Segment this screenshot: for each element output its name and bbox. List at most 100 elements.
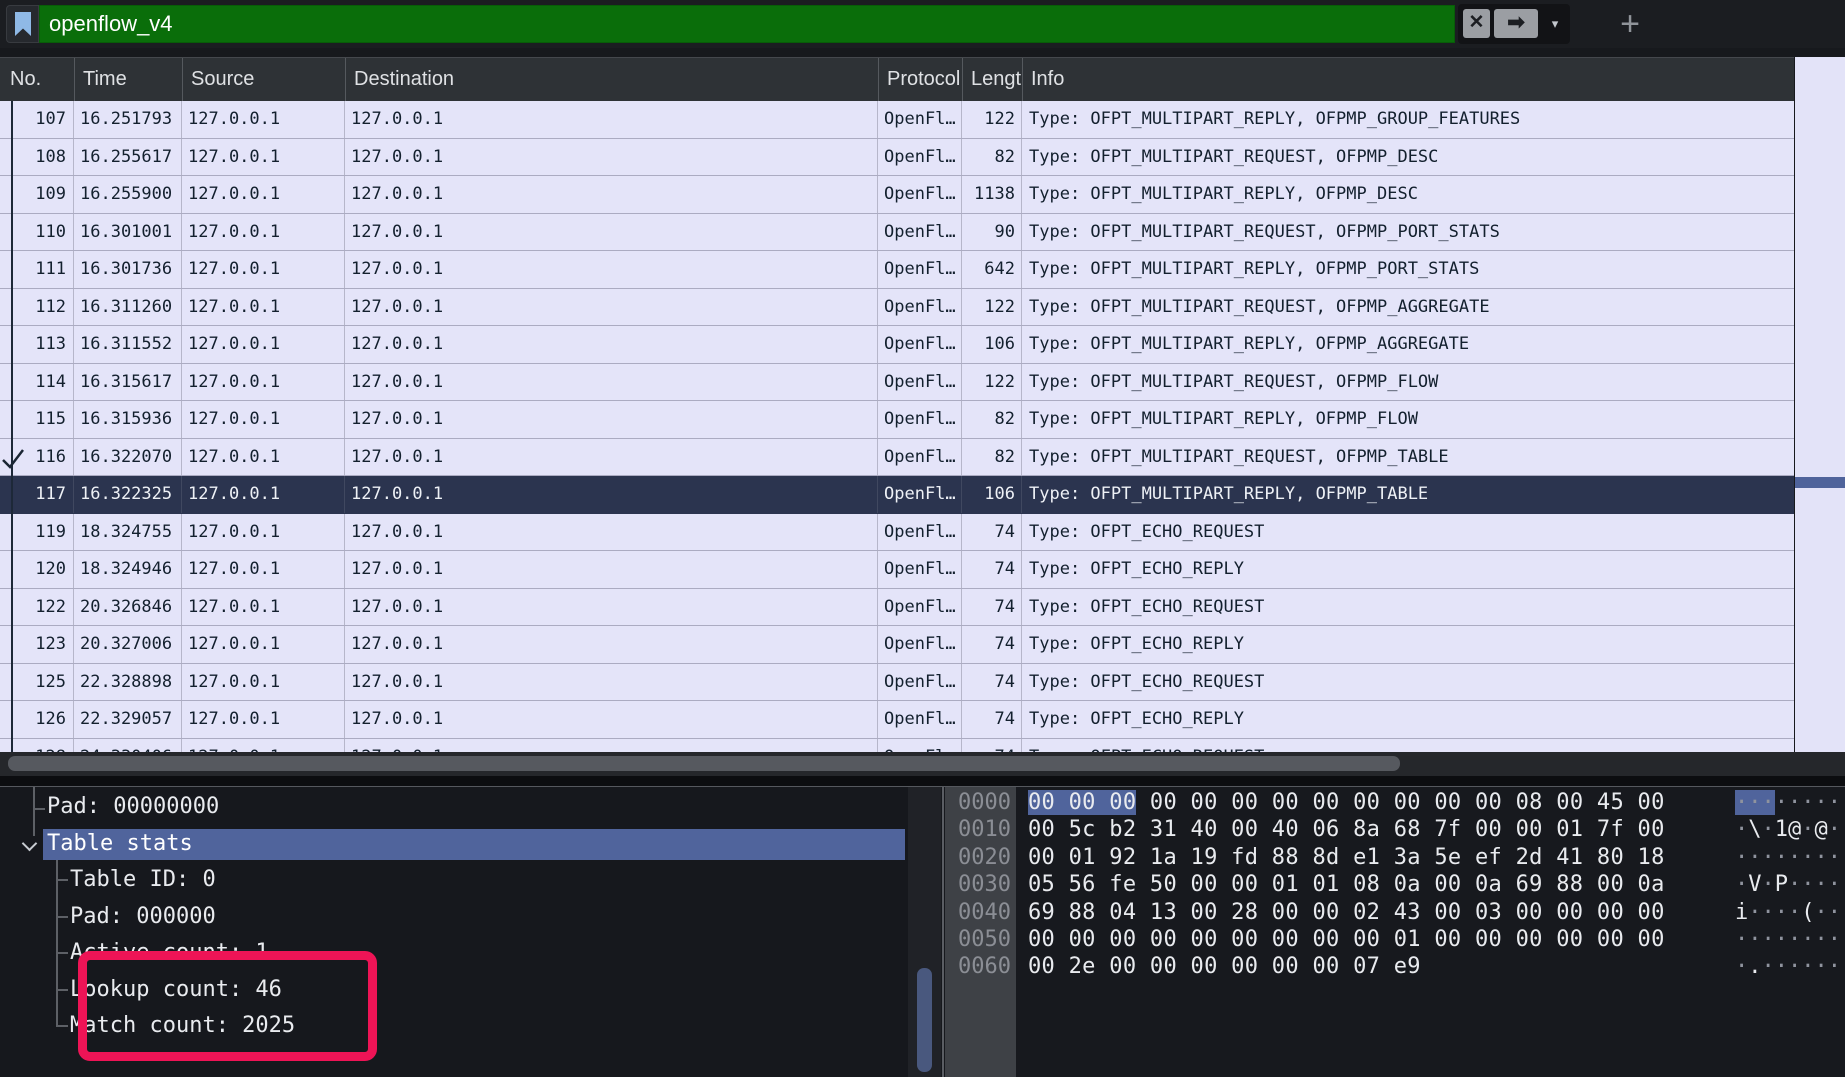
packet-row[interactable]: 11918.324755127.0.0.1127.0.0.1OpenFl…74T… <box>0 514 1794 552</box>
cell-destination: 127.0.0.1 <box>345 514 878 551</box>
tree-item[interactable]: Active count: 1 <box>0 938 269 969</box>
cell-length: 74 <box>962 589 1022 626</box>
apply-filter-button[interactable]: ➡ <box>1494 9 1538 38</box>
detail-tree-scrollbar-thumb[interactable] <box>917 968 932 1072</box>
column-header-time[interactable]: Time <box>74 58 182 101</box>
hex-ascii[interactable]: ·V·P········i··· <box>1735 871 1845 898</box>
packet-row[interactable]: 11616.322070127.0.0.1127.0.0.1OpenFl…82T… <box>0 439 1794 477</box>
packet-list-hscrollbar[interactable] <box>0 752 1845 776</box>
column-header-no[interactable]: No. <box>0 58 74 101</box>
packet-row[interactable]: 11716.322325127.0.0.1127.0.0.1OpenFl…106… <box>0 476 1794 514</box>
packet-row[interactable]: 12320.327006127.0.0.1127.0.0.1OpenFl…74T… <box>0 626 1794 664</box>
cell-no: 107 <box>0 101 74 138</box>
packet-row[interactable]: 12522.328898127.0.0.1127.0.0.1OpenFl…74T… <box>0 664 1794 702</box>
hex-bytes[interactable]: 00 2e 00 00 00 00 00 00 07 e9 <box>1028 953 1421 980</box>
packet-row[interactable]: 11416.315617127.0.0.1127.0.0.1OpenFl…122… <box>0 364 1794 402</box>
pane-divider[interactable] <box>942 787 944 1077</box>
packet-row[interactable]: 11016.301001127.0.0.1127.0.0.1OpenFl…90T… <box>0 214 1794 252</box>
clear-filter-button[interactable]: ✕ <box>1463 9 1490 38</box>
cell-source: 127.0.0.1 <box>182 251 345 288</box>
hex-bytes[interactable]: 00 00 00 00 00 00 00 00 00 01 00 00 00 0… <box>1028 926 1665 953</box>
column-header-protocol[interactable]: Protocol <box>878 58 962 101</box>
cell-length: 74 <box>962 739 1022 753</box>
packet-list-scrollbar[interactable] <box>1795 57 1845 752</box>
column-header-destination[interactable]: Destination <box>345 58 878 101</box>
cell-source: 127.0.0.1 <box>182 139 345 176</box>
hex-row[interactable]: 001000 5c b2 31 40 00 40 06 8a 68 7f 00 … <box>945 816 1845 843</box>
hex-ascii[interactable]: ·\·1@·@··h······ <box>1735 816 1845 843</box>
hex-row[interactable]: 0060 00 2e 00 00 00 00 00 00 07 e9 ·.·····… <box>945 953 1845 980</box>
cell-destination: 127.0.0.1 <box>345 551 878 588</box>
display-filter-input[interactable]: openflow_v4 <box>39 5 1455 43</box>
cell-destination: 127.0.0.1 <box>345 139 878 176</box>
cell-protocol: OpenFl… <box>878 326 962 363</box>
column-header-length[interactable]: Lengt <box>962 58 1022 101</box>
hscrollbar-thumb[interactable] <box>8 756 1400 771</box>
cell-protocol: OpenFl… <box>878 664 962 701</box>
hex-ascii[interactable]: ················ <box>1735 926 1845 953</box>
packet-row[interactable]: 11316.311552127.0.0.1127.0.0.1OpenFl…106… <box>0 326 1794 364</box>
packet-row[interactable]: 11516.315936127.0.0.1127.0.0.1OpenFl…82T… <box>0 401 1794 439</box>
filter-bookmark-button[interactable] <box>6 5 39 43</box>
hex-bytes[interactable]: 05 56 fe 50 00 00 01 01 08 0a 00 0a 69 8… <box>1028 871 1665 898</box>
packet-row[interactable]: 12018.324946127.0.0.1127.0.0.1OpenFl…74T… <box>0 551 1794 589</box>
packet-row[interactable]: 11216.311260127.0.0.1127.0.0.1OpenFl…122… <box>0 289 1794 327</box>
cell-destination: 127.0.0.1 <box>345 326 878 363</box>
tree-guide-tick <box>57 916 68 918</box>
tree-item[interactable]: Pad: 00000000 <box>0 792 219 823</box>
cell-time: 16.322325 <box>74 476 182 513</box>
cell-source: 127.0.0.1 <box>182 289 345 326</box>
hex-ascii[interactable]: ·.········ <box>1735 953 1845 980</box>
packet-row[interactable]: 12220.326846127.0.0.1127.0.0.1OpenFl…74T… <box>0 589 1794 627</box>
tree-item[interactable]: Match count: 2025 <box>0 1011 295 1042</box>
cell-source: 127.0.0.1 <box>182 701 345 738</box>
tree-item[interactable]: Pad: 000000 <box>0 902 216 933</box>
hex-row[interactable]: 0030 05 56 fe 50 00 00 01 01 08 0a 00 0a … <box>945 871 1845 898</box>
cell-length: 74 <box>962 514 1022 551</box>
cell-length: 122 <box>962 289 1022 326</box>
cell-protocol: OpenFl… <box>878 176 962 213</box>
cell-source: 127.0.0.1 <box>182 214 345 251</box>
hex-bytes[interactable]: 00 00 00 00 00 00 00 00 00 00 00 00 08 0… <box>1028 789 1665 816</box>
hex-row[interactable]: 004069 88 04 13 00 28 00 00 02 43 00 03 … <box>945 899 1845 926</box>
pane-splitter[interactable] <box>0 776 1845 786</box>
cell-destination: 127.0.0.1 <box>345 364 878 401</box>
tree-item[interactable]: Table stats <box>43 829 905 860</box>
tree-item[interactable]: Table ID: 0 <box>0 865 216 896</box>
detail-tree-scrollbar[interactable] <box>908 787 941 1077</box>
cell-length: 122 <box>962 364 1022 401</box>
hex-ascii[interactable]: ··············E· <box>1735 789 1845 816</box>
chevron-down-icon[interactable] <box>22 835 38 851</box>
hex-row[interactable]: 005000 00 00 00 00 00 00 00 00 01 00 00 … <box>945 926 1845 953</box>
hex-ascii[interactable]: ·········:^·-A·· <box>1735 844 1845 871</box>
packet-row[interactable]: 12824.330406127.0.0.1127.0.0.1OpenFl…74T… <box>0 739 1794 753</box>
tree-item[interactable]: Lookup count: 46 <box>0 975 282 1006</box>
cell-length: 1138 <box>962 176 1022 213</box>
hex-offset: 0030 <box>958 871 1011 898</box>
cell-no: 117 <box>0 476 74 513</box>
hex-row[interactable]: 000000 00 00 00 00 00 00 00 00 00 00 00 … <box>945 789 1845 816</box>
hex-bytes[interactable]: 00 5c b2 31 40 00 40 06 8a 68 7f 00 00 0… <box>1028 816 1665 843</box>
cell-destination: 127.0.0.1 <box>345 439 878 476</box>
filter-history-dropdown[interactable]: ▾ <box>1544 12 1566 36</box>
packet-row[interactable]: 10716.251793127.0.0.1127.0.0.1OpenFl…122… <box>0 101 1794 139</box>
hex-row[interactable]: 002000 01 92 1a 19 fd 88 8d e1 3a 5e ef … <box>945 844 1845 871</box>
cell-info: Type: OFPT_MULTIPART_REPLY, OFPMP_DESC <box>1022 176 1794 213</box>
column-header-source[interactable]: Source <box>182 58 345 101</box>
packet-row[interactable]: 12622.329057127.0.0.1127.0.0.1OpenFl…74T… <box>0 701 1794 739</box>
packet-row[interactable]: 11116.301736127.0.0.1127.0.0.1OpenFl…642… <box>0 251 1794 289</box>
cell-length: 82 <box>962 401 1022 438</box>
cell-source: 127.0.0.1 <box>182 664 345 701</box>
cell-time: 24.330406 <box>74 739 182 753</box>
column-header-info[interactable]: Info <box>1022 58 1794 101</box>
packet-row[interactable]: 10916.255900127.0.0.1127.0.0.1OpenFl…113… <box>0 176 1794 214</box>
hex-bytes[interactable]: 00 01 92 1a 19 fd 88 8d e1 3a 5e ef 2d 4… <box>1028 844 1665 871</box>
hex-bytes[interactable]: 69 88 04 13 00 28 00 00 02 43 00 03 00 0… <box>1028 899 1665 926</box>
hex-ascii[interactable]: i····(···C······ <box>1735 899 1845 926</box>
cell-no: 128 <box>0 739 74 753</box>
cell-time: 16.322070 <box>74 439 182 476</box>
packet-row[interactable]: 10816.255617127.0.0.1127.0.0.1OpenFl…82T… <box>0 139 1794 177</box>
hex-offset: 0060 <box>958 953 1011 980</box>
add-filter-button[interactable]: + <box>1615 2 1645 46</box>
cell-info: Type: OFPT_MULTIPART_REQUEST, OFPMP_AGGR… <box>1022 289 1794 326</box>
